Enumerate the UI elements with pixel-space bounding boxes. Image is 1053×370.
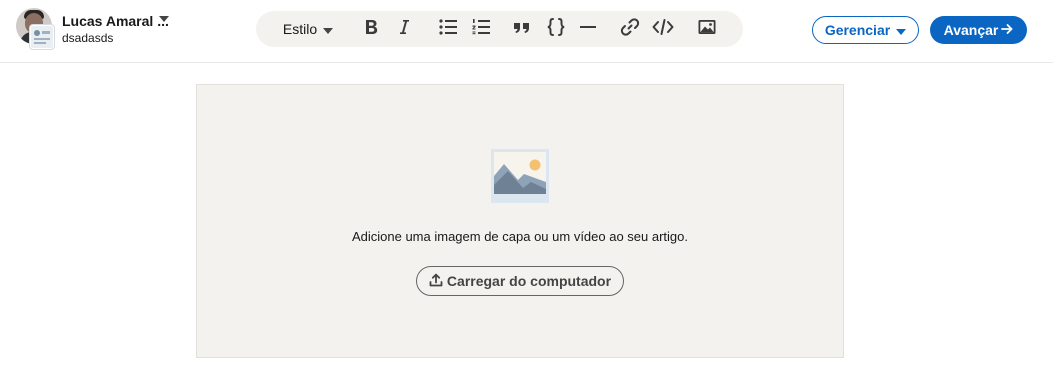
image-icon: [697, 18, 717, 41]
page-badge-icon: [30, 25, 54, 49]
author-selector[interactable]: Lucas Amaral ... dsadasds: [16, 8, 169, 49]
manage-button-label: Gerenciar: [824, 22, 891, 38]
style-dropdown-label: Estilo: [282, 21, 318, 37]
link-button[interactable]: [617, 11, 643, 47]
author-name: Lucas Amaral ...: [62, 13, 169, 29]
upload-from-computer-button[interactable]: Carregar do computador: [416, 266, 624, 296]
style-dropdown[interactable]: Estilo: [278, 11, 338, 47]
next-button-label: Avançar: [943, 22, 999, 38]
code-block-icon: [545, 17, 567, 42]
divider-button[interactable]: [575, 11, 601, 47]
numbered-list-button[interactable]: [468, 11, 494, 47]
manage-button[interactable]: Gerenciar: [812, 16, 919, 44]
editor-header: Lucas Amaral ... dsadasds Estilo Gerenci…: [0, 0, 1053, 63]
divider-icon: [578, 18, 598, 41]
quote-icon: [512, 19, 532, 40]
code-block-button[interactable]: [543, 11, 569, 47]
italic-button[interactable]: [392, 11, 416, 47]
cover-instructions: Adicione uma imagem de capa ou um vídeo …: [351, 229, 689, 244]
author-subtitle: dsadasds: [62, 31, 114, 45]
landscape-image-icon: [491, 149, 549, 203]
author-text: Lucas Amaral ... dsadasds: [62, 13, 169, 46]
author-avatar-group: [16, 8, 54, 49]
italic-icon: [396, 18, 412, 41]
formatting-toolbar: Estilo: [256, 11, 743, 47]
caret-down-icon: [323, 21, 334, 37]
image-button[interactable]: [694, 11, 720, 47]
cover-media-dropzone[interactable]: Adicione uma imagem de capa ou um vídeo …: [196, 84, 844, 358]
numbered-list-icon: [471, 18, 491, 41]
embed-code-icon: [652, 18, 674, 41]
bulleted-list-button[interactable]: [435, 11, 461, 47]
caret-down-icon: [896, 22, 907, 38]
upload-button-label: Carregar do computador: [446, 273, 612, 289]
link-icon: [620, 17, 640, 42]
bold-button[interactable]: [359, 11, 383, 47]
next-button[interactable]: Avançar: [930, 16, 1027, 44]
bulleted-list-icon: [438, 18, 458, 41]
upload-icon: [429, 273, 447, 290]
author-caret-down-icon[interactable]: [158, 10, 170, 28]
quote-button[interactable]: [509, 11, 535, 47]
bold-icon: [362, 18, 380, 41]
arrow-right-icon: [998, 22, 1013, 38]
embed-code-button[interactable]: [650, 11, 676, 47]
